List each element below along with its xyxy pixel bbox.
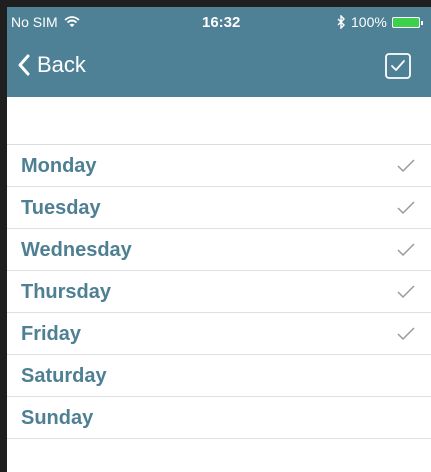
checkmark-icon: [397, 285, 415, 299]
back-button[interactable]: Back: [17, 52, 86, 78]
wifi-icon: [64, 16, 80, 27]
battery-tip: [420, 20, 423, 25]
checkmark-icon: [397, 159, 415, 173]
day-row-saturday[interactable]: Saturday: [7, 355, 431, 397]
day-label: Saturday: [21, 365, 107, 387]
day-list: Monday Tuesday Wednesday Thursday Friday: [7, 145, 431, 439]
battery-percent: 100%: [351, 14, 387, 30]
nav-bar: Back: [7, 37, 431, 97]
carrier-label: No SIM: [11, 14, 58, 30]
day-label: Monday: [21, 155, 97, 177]
battery-icon: [391, 16, 423, 28]
day-row-sunday[interactable]: Sunday: [7, 397, 431, 439]
day-row-wednesday[interactable]: Wednesday: [7, 229, 431, 271]
day-label: Wednesday: [21, 239, 132, 261]
day-row-friday[interactable]: Friday: [7, 313, 431, 355]
status-time: 16:32: [202, 14, 241, 31]
bluetooth-icon: [337, 15, 345, 29]
status-right: 100%: [337, 14, 423, 30]
day-row-monday[interactable]: Monday: [7, 145, 431, 187]
status-bar: No SIM 16:32 100%: [7, 7, 431, 37]
day-label: Tuesday: [21, 197, 101, 219]
status-carrier: No SIM: [11, 14, 80, 30]
chevron-left-icon: [18, 54, 30, 76]
checkmark-icon: [397, 327, 415, 341]
checkmark-icon: [397, 243, 415, 257]
day-row-tuesday[interactable]: Tuesday: [7, 187, 431, 229]
header: No SIM 16:32 100% Back: [7, 7, 431, 97]
day-label: Friday: [21, 323, 82, 345]
section-header-spacer: [7, 97, 431, 145]
day-label: Sunday: [21, 407, 94, 429]
back-label: Back: [37, 52, 86, 77]
checkmark-icon: [397, 201, 415, 215]
day-label: Thursday: [21, 281, 112, 303]
screen: No SIM 16:32 100% Back Monday Tuesday We…: [0, 0, 431, 472]
day-row-thursday[interactable]: Thursday: [7, 271, 431, 313]
checkbox-checked-icon[interactable]: [385, 53, 411, 79]
